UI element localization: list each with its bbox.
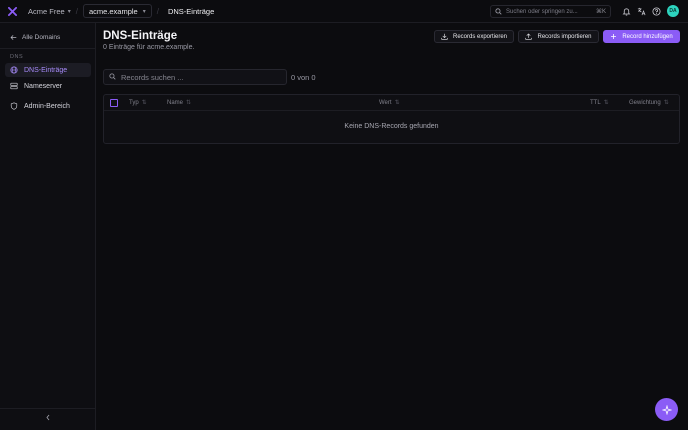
column-header-type[interactable]: Typ ⇅ <box>129 99 147 107</box>
back-to-domains-link[interactable]: Alle Domains <box>10 34 60 41</box>
search-icon <box>495 8 502 15</box>
sidebar: Alle Domains DNS DNS-Einträge Nameserver… <box>0 23 96 430</box>
export-records-button[interactable]: Records exportieren <box>434 30 514 43</box>
sort-icon: ⇅ <box>141 100 147 106</box>
chevron-down-icon: ▾ <box>67 8 71 15</box>
arrow-left-icon <box>10 35 17 40</box>
column-header-weight[interactable]: Gewichtung ⇅ <box>629 99 669 107</box>
top-icons: DA <box>622 5 679 17</box>
page-title: DNS-Einträge <box>103 30 178 42</box>
upload-icon <box>525 33 533 40</box>
records-search-input[interactable] <box>121 72 281 82</box>
records-search-field[interactable] <box>103 69 287 85</box>
domain-select[interactable]: acme.example ▾ <box>82 4 152 18</box>
column-header-label: Gewichtung <box>629 99 661 106</box>
chevron-left-icon <box>46 414 50 421</box>
table-header: Typ ⇅ Name ⇅ Wert ⇅ TTL ⇅ Gewichtung ⇅ <box>104 95 679 111</box>
sidebar-item-admin[interactable]: Admin-Bereich <box>5 99 91 113</box>
team-name: Acme Free <box>28 6 65 16</box>
sort-icon: ⇅ <box>394 100 400 106</box>
bell-icon[interactable] <box>622 7 631 16</box>
translate-icon[interactable] <box>637 7 646 16</box>
assistant-fab-button[interactable] <box>655 398 678 421</box>
sidebar-item-label: DNS-Einträge <box>24 66 68 74</box>
chevron-down-icon: ▾ <box>142 8 146 15</box>
column-header-label: Typ <box>129 99 139 106</box>
sparkle-icon <box>661 404 672 415</box>
back-link-label: Alle Domains <box>22 34 61 41</box>
top-bar: Acme Free ▾ / acme.example ▾ / DNS-Eintr… <box>0 0 688 23</box>
column-header-label: Wert <box>379 99 392 106</box>
breadcrumb-separator: / <box>156 6 159 16</box>
add-record-label: Record hinzufügen <box>622 33 673 40</box>
help-icon[interactable] <box>652 6 661 16</box>
dns-records-table: Typ ⇅ Name ⇅ Wert ⇅ TTL ⇅ Gewichtung ⇅ Keine … <box>103 94 680 144</box>
breadcrumb-current: DNS-Einträge <box>167 6 215 16</box>
sidebar-item-label: Admin-Bereich <box>24 102 70 110</box>
add-record-button[interactable]: Record hinzufügen <box>603 30 680 43</box>
column-header-label: TTL <box>590 99 601 106</box>
select-all-checkbox[interactable] <box>110 99 118 107</box>
global-search-input[interactable]: Suchen oder springen zu... ⌘K <box>490 5 611 18</box>
plus-icon <box>610 33 617 40</box>
import-records-button[interactable]: Records importieren <box>518 30 599 43</box>
empty-state-message: Keine DNS-Records gefunden <box>344 123 439 130</box>
sidebar-item-dns-entries[interactable]: DNS-Einträge <box>5 63 91 77</box>
import-records-label: Records importieren <box>537 33 592 40</box>
column-header-label: Name <box>167 99 184 106</box>
search-shortcut-badge: ⌘K <box>595 9 606 15</box>
page-subtitle: 0 Einträge für acme.example. <box>103 44 195 51</box>
column-header-name[interactable]: Name ⇅ <box>167 99 192 107</box>
domain-select-value: acme.example <box>88 6 138 16</box>
collapse-sidebar-button[interactable] <box>45 414 51 423</box>
globe-icon <box>10 66 18 74</box>
sidebar-item-nameserver[interactable]: Nameserver <box>5 79 91 93</box>
divider <box>0 48 96 49</box>
avatar[interactable]: DA <box>667 5 679 17</box>
app-logo-icon[interactable] <box>8 6 17 16</box>
sort-icon: ⇅ <box>663 100 669 106</box>
column-header-value[interactable]: Wert ⇅ <box>379 99 400 107</box>
global-search-placeholder: Suchen oder springen zu... <box>506 8 578 15</box>
sort-icon: ⇅ <box>603 100 609 106</box>
download-icon <box>441 33 448 40</box>
team-switcher[interactable]: Acme Free ▾ <box>28 7 71 16</box>
export-records-label: Records exportieren <box>452 33 508 40</box>
sort-icon: ⇅ <box>186 100 192 106</box>
breadcrumb-separator: / <box>75 6 78 16</box>
shield-icon <box>10 102 18 110</box>
sidebar-item-label: Nameserver <box>24 82 63 90</box>
sidebar-section-label: DNS <box>10 54 24 60</box>
column-header-ttl[interactable]: TTL ⇅ <box>590 99 609 107</box>
server-icon <box>10 82 18 90</box>
search-icon <box>109 72 116 82</box>
divider <box>0 408 96 409</box>
records-count: 0 von 0 <box>291 73 316 82</box>
